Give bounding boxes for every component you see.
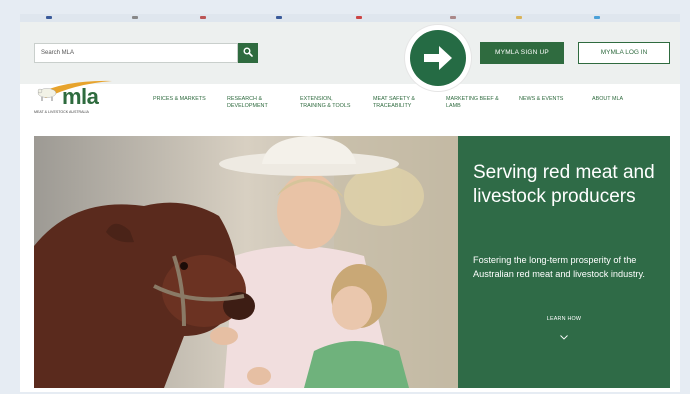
logo-tagline: MEAT & LIVESTOCK AUSTRALIA	[34, 110, 89, 114]
nav-extension-training-tools[interactable]: EXTENSION, TRAINING & TOOLS	[300, 96, 350, 110]
nav-prices-markets[interactable]: PRICES & MARKETS	[153, 96, 206, 103]
logo-wordmark: mla	[62, 84, 99, 109]
nav-meat-safety-traceability[interactable]: MEAT SAFETY & TRACEABILITY	[373, 96, 415, 110]
search-icon	[243, 44, 253, 62]
web-page: Search MLA MYMLA SIGN UP MYMLA LOG IN ml…	[20, 22, 680, 392]
utility-bar: Search MLA MYMLA SIGN UP MYMLA LOG IN	[20, 22, 680, 84]
callout-badge	[405, 25, 471, 91]
chevron-down-icon[interactable]	[560, 327, 568, 345]
nav-research-development[interactable]: RESEARCH & DEVELOPMENT	[227, 96, 268, 110]
mymla-login-button[interactable]: MYMLA LOG IN	[578, 42, 670, 64]
screenshot-frame: Search MLA MYMLA SIGN UP MYMLA LOG IN ml…	[0, 0, 690, 394]
nav-marketing-beef-lamb[interactable]: MARKETING BEEF & LAMB	[446, 96, 499, 110]
hero-illustration	[34, 136, 458, 388]
mymla-signup-button[interactable]: MYMLA SIGN UP	[480, 42, 564, 64]
hero-title: Serving red meat and livestock producers	[473, 162, 655, 207]
nav-news-events[interactable]: NEWS & EVENTS	[519, 96, 563, 103]
mla-logo[interactable]: mla MEAT & LIVESTOCK AUSTRALIA	[34, 78, 114, 118]
browser-strip	[20, 14, 680, 22]
hero-subtitle: Fostering the long-term prosperity of th…	[473, 255, 645, 279]
learn-how-link[interactable]: LEARN HOW	[458, 316, 670, 322]
nav-about-mla[interactable]: ABOUT MLA	[592, 96, 623, 103]
arrow-right-icon	[410, 30, 466, 86]
search-input[interactable]: Search MLA	[34, 43, 238, 63]
hero-photo	[34, 136, 458, 388]
search-button[interactable]	[238, 43, 258, 63]
hero-panel: Serving red meat and livestock producers…	[458, 136, 670, 388]
